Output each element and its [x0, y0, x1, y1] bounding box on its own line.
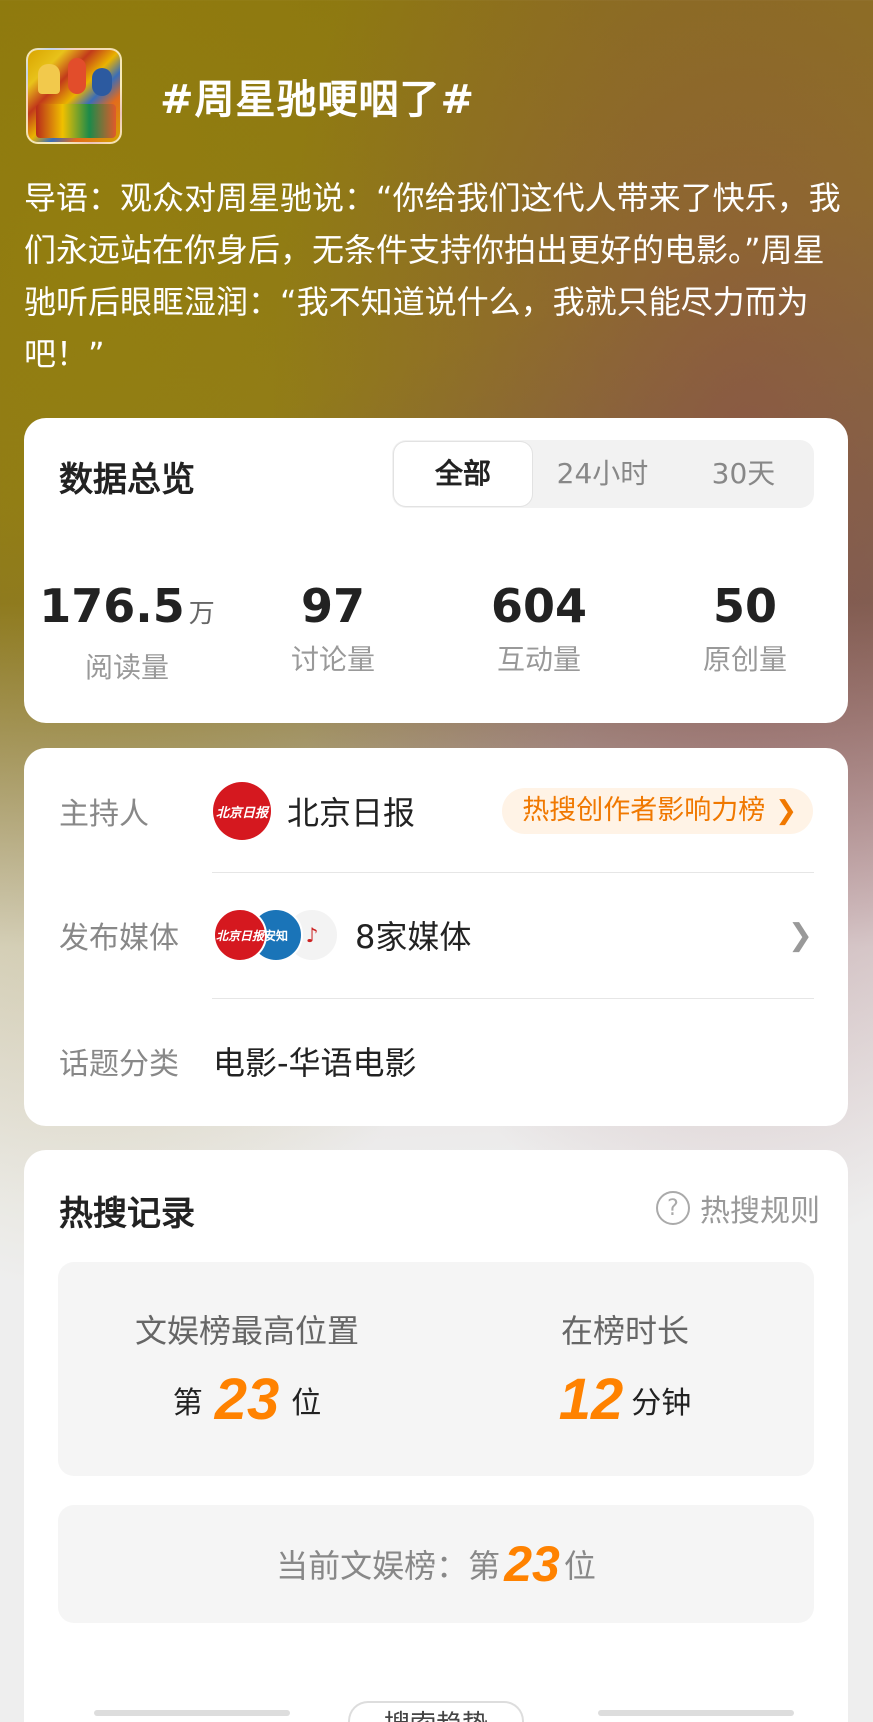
rank-badge-label: 热搜创作者影响力榜: [522, 795, 766, 826]
stat-label: 讨论量: [290, 643, 375, 676]
media-count: 8家媒体: [355, 918, 472, 956]
media-avatar: 北京日报: [213, 908, 267, 962]
category-value: 电影-华语电影: [213, 1044, 417, 1082]
tab-all[interactable]: 全部: [394, 442, 532, 506]
current-value: 23: [504, 1536, 560, 1592]
divider: [212, 872, 814, 873]
question-icon: ?: [656, 1191, 690, 1225]
stat-label: 原创量: [702, 643, 787, 676]
host-info-card: 主持人 北京日报 北京日报 热搜创作者影响力榜 ❯ 发布媒体 北京日报 安知 ♪…: [24, 748, 848, 1126]
hot-search-summary: 文娱榜最高位置 第 23 位 在榜时长 12 分钟: [58, 1262, 814, 1476]
current-suffix: 位: [563, 1547, 596, 1585]
peak-label: 文娱榜最高位置: [134, 1312, 359, 1350]
topic-header: #周星驰哽咽了#: [26, 48, 475, 144]
host-row: 主持人 北京日报 北京日报 热搜创作者影响力榜 ❯: [59, 780, 813, 842]
time-range-segmented: 全部 24小时 30天: [392, 440, 814, 508]
stat-originals: 50 原创量: [642, 578, 848, 686]
topic-thumbnail[interactable]: [26, 48, 122, 144]
category-row: 话题分类 电影-华语电影: [59, 1030, 813, 1092]
duration-label: 在榜时长: [560, 1312, 689, 1350]
stat-label: 互动量: [496, 643, 581, 676]
media-label: 发布媒体: [59, 921, 179, 956]
stats-row: 176.5 万 阅读量 97 讨论量 604 互动量 50 原创量: [24, 578, 848, 686]
host-label: 主持人: [59, 797, 149, 832]
peak-value: 23: [214, 1367, 280, 1432]
stat-discussions: 97 讨论量: [230, 578, 436, 686]
tab-24h[interactable]: 24小时: [532, 442, 673, 506]
on-list-duration: 在榜时长 12 分钟: [436, 1262, 814, 1476]
tab-search-trend[interactable]: 搜索趋势: [348, 1701, 524, 1722]
topic-title: #周星驰哽咽了#: [160, 77, 476, 123]
overview-card: 数据总览 全部 24小时 30天 176.5 万 阅读量 97 讨论量 604 互…: [24, 418, 848, 723]
stat-reads: 176.5 万 阅读量: [24, 578, 230, 686]
hot-search-title: 热搜记录: [59, 1194, 195, 1234]
peak-prefix: 第: [172, 1386, 203, 1421]
host-avatar[interactable]: 北京日报: [213, 782, 271, 840]
stat-value: 176.5: [39, 579, 185, 633]
hot-search-card: 热搜记录 ? 热搜规则 文娱榜最高位置 第 23 位 在榜时长 12 分钟 当前文娱榜…: [24, 1150, 848, 1722]
chevron-right-icon[interactable]: ❯: [788, 918, 813, 953]
topic-intro: 导语：观众对周星驰说：“你给我们这代人带来了快乐，我们永远站在你身后，无条件支持…: [24, 179, 841, 373]
media-avatars: 北京日报 安知 ♪: [213, 908, 339, 962]
creator-rank-badge[interactable]: 热搜创作者影响力榜 ❯: [502, 788, 813, 834]
chevron-right-icon: ❯: [775, 796, 797, 826]
stat-value: 97: [300, 579, 365, 633]
duration-value: 12: [558, 1367, 624, 1432]
divider: [212, 998, 814, 999]
host-name[interactable]: 北京日报: [287, 788, 415, 834]
stat-unit: 万: [188, 599, 215, 629]
stat-value: 50: [712, 579, 777, 633]
stat-value: 604: [490, 579, 588, 633]
current-prefix: 当前文娱榜：第: [276, 1547, 501, 1585]
tab-30d[interactable]: 30天: [673, 442, 814, 506]
current-rank: 当前文娱榜：第 23 位: [58, 1505, 814, 1623]
overview-title: 数据总览: [59, 460, 195, 500]
duration-unit: 分钟: [631, 1386, 692, 1421]
category-label: 话题分类: [59, 1047, 179, 1082]
tab-indicator: [598, 1710, 794, 1716]
stat-label: 阅读量: [84, 651, 169, 684]
media-row[interactable]: 发布媒体 北京日报 安知 ♪ 8家媒体 ❯: [59, 904, 813, 966]
rules-label: 热搜规则: [700, 1194, 820, 1229]
peak-suffix: 位: [291, 1386, 322, 1421]
tab-indicator: [94, 1710, 290, 1716]
hot-search-rules-link[interactable]: ? 热搜规则: [656, 1186, 820, 1230]
stat-interactions: 604 互动量: [436, 578, 642, 686]
peak-position: 文娱榜最高位置 第 23 位: [58, 1262, 436, 1476]
